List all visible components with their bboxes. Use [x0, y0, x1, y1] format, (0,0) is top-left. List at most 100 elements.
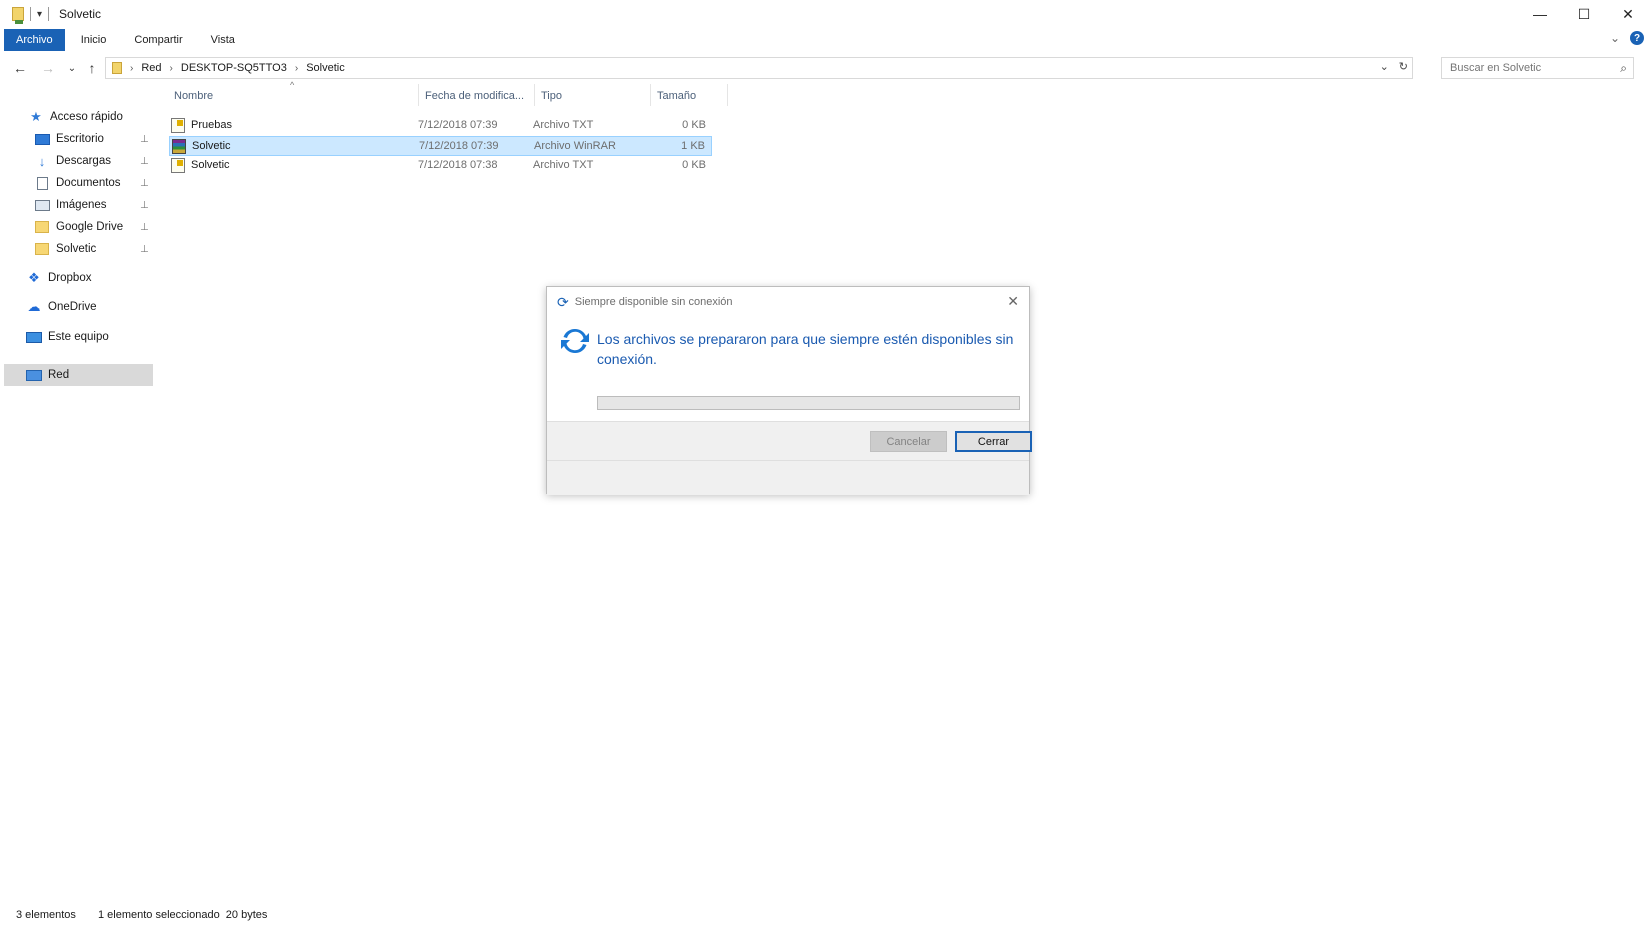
- address-bar[interactable]: › Red › DESKTOP-SQ5TTO3 › Solvetic ⌄ ↻: [105, 57, 1413, 79]
- sidebar-item-label: OneDrive: [48, 301, 97, 313]
- file-size: 0 KB: [682, 159, 706, 171]
- file-date: 7/12/2018 07:39: [419, 140, 499, 152]
- breadcrumb-separator: ›: [294, 62, 299, 74]
- column-header-fecha[interactable]: Fecha de modifica...: [425, 86, 533, 106]
- cancel-button[interactable]: Cancelar: [870, 431, 947, 452]
- breadcrumb-red[interactable]: Red: [141, 62, 161, 74]
- desktop-icon: [34, 133, 50, 145]
- file-type: Archivo TXT: [533, 119, 594, 131]
- column-header-tipo[interactable]: Tipo: [541, 86, 641, 106]
- file-name: Solvetic: [192, 140, 231, 152]
- sidebar-item-red[interactable]: Red: [4, 364, 153, 386]
- sidebar-item-acceso-rapido[interactable]: ★ Acceso rápido: [28, 106, 123, 128]
- customize-toolbar-icon[interactable]: ▾: [37, 9, 42, 20]
- sidebar-item-documentos[interactable]: Documentos ⊥: [34, 172, 160, 194]
- up-button[interactable]: ↑: [82, 58, 102, 78]
- dropbox-icon: ❖: [28, 270, 40, 285]
- column-header-tamano[interactable]: Tamaño: [657, 86, 717, 106]
- offline-availability-dialog: ⟳ Siempre disponible sin conexión ✕ Los …: [546, 286, 1032, 495]
- cloud-icon: ☁: [27, 299, 41, 314]
- address-actions: ⌄ ↻: [1380, 60, 1408, 73]
- file-date: 7/12/2018 07:38: [418, 159, 498, 171]
- sidebar-item-label: Red: [48, 369, 70, 381]
- recent-locations-button[interactable]: ⌄: [62, 58, 82, 78]
- sidebar-item-label: Dropbox: [48, 272, 92, 284]
- dialog-message: Los archivos se prepararon para que siem…: [597, 331, 1014, 367]
- sidebar-item-dropbox[interactable]: ❖ Dropbox: [26, 267, 91, 289]
- item-count: 3 elementos: [16, 909, 76, 921]
- close-icon[interactable]: ✕: [1007, 293, 1019, 310]
- file-name: Solvetic: [191, 159, 230, 171]
- column-divider[interactable]: [650, 84, 651, 106]
- navigation-pane: ★ Acceso rápido Escritorio ⊥ ↓ Descargas…: [0, 96, 160, 896]
- star-icon: ★: [30, 109, 42, 124]
- computer-icon: [26, 331, 42, 343]
- expand-ribbon-icon[interactable]: ⌄: [1610, 31, 1620, 45]
- sidebar-item-label: Imágenes: [56, 199, 107, 211]
- help-icon[interactable]: ?: [1630, 31, 1644, 45]
- sidebar-item-label: Solvetic: [56, 243, 97, 255]
- file-row[interactable]: Solvetic 7/12/2018 07:39 Archivo WinRAR …: [169, 136, 712, 156]
- pin-icon[interactable]: ⊥: [140, 156, 149, 167]
- sidebar-item-este-equipo[interactable]: Este equipo: [26, 326, 109, 348]
- pin-icon[interactable]: ⊥: [140, 134, 149, 145]
- column-divider[interactable]: [534, 84, 535, 106]
- pin-icon[interactable]: ⊥: [140, 244, 149, 255]
- selection-info: 1 elemento seleccionado 20 bytes: [98, 909, 268, 921]
- sidebar-item-escritorio[interactable]: Escritorio ⊥: [34, 128, 160, 150]
- file-row[interactable]: Solvetic 7/12/2018 07:38 Archivo TXT 0 K…: [169, 156, 712, 176]
- back-button[interactable]: ←: [10, 58, 30, 78]
- search-input[interactable]: [1442, 62, 1602, 74]
- tab-inicio[interactable]: Inicio: [69, 29, 119, 51]
- sidebar-item-descargas[interactable]: ↓ Descargas ⊥: [34, 150, 160, 172]
- refresh-icon[interactable]: ↻: [1399, 60, 1408, 73]
- sidebar-item-solvetic[interactable]: Solvetic ⊥: [34, 238, 160, 260]
- dialog-title-bar: ⟳ Siempre disponible sin conexión ✕: [547, 287, 1029, 317]
- folder-icon[interactable]: [12, 7, 24, 24]
- tab-vista[interactable]: Vista: [199, 29, 247, 51]
- close-button[interactable]: Cerrar: [955, 431, 1032, 452]
- column-divider[interactable]: [418, 84, 419, 106]
- minimize-button[interactable]: —: [1518, 0, 1562, 28]
- column-divider[interactable]: [727, 84, 728, 106]
- dialog-title: Siempre disponible sin conexión: [574, 296, 733, 308]
- sync-large-icon: [561, 328, 589, 354]
- search-icon[interactable]: ⌕: [1620, 61, 1627, 76]
- search-box[interactable]: ⌕: [1441, 57, 1634, 79]
- sidebar-item-imagenes[interactable]: Imágenes ⊥: [34, 194, 160, 216]
- column-header-nombre[interactable]: Nombre: [174, 86, 414, 106]
- pin-icon[interactable]: ⊥: [140, 222, 149, 233]
- window-controls: — ☐ ✕: [1518, 0, 1650, 28]
- breadcrumb-solvetic[interactable]: Solvetic: [306, 62, 345, 74]
- title-bar: ▾ Solvetic — ☐ ✕: [0, 0, 1650, 28]
- maximize-button[interactable]: ☐: [1562, 0, 1606, 28]
- sidebar-item-onedrive[interactable]: ☁ OneDrive: [26, 296, 97, 318]
- download-icon: ↓: [38, 153, 46, 169]
- file-size: 1 KB: [681, 140, 705, 152]
- pictures-icon: [34, 199, 50, 211]
- file-row[interactable]: Pruebas 7/12/2018 07:39 Archivo TXT 0 KB: [169, 116, 712, 136]
- close-window-button[interactable]: ✕: [1606, 0, 1650, 28]
- footer-divider: [547, 460, 1029, 461]
- ribbon-tabs: Archivo Inicio Compartir Vista ⌄ ?: [0, 28, 1650, 52]
- file-type: Archivo WinRAR: [534, 140, 616, 152]
- sidebar-item-label: Descargas: [56, 155, 111, 167]
- pin-icon[interactable]: ⊥: [140, 200, 149, 211]
- location-folder-icon: [112, 62, 122, 74]
- status-bar: 3 elementos 1 elemento seleccionado 20 b…: [0, 905, 1650, 927]
- breadcrumb-separator: ›: [169, 62, 173, 74]
- sidebar-item-label: Documentos: [56, 177, 121, 189]
- address-history-icon[interactable]: ⌄: [1380, 60, 1389, 73]
- tab-compartir[interactable]: Compartir: [122, 29, 194, 51]
- forward-button[interactable]: →: [38, 58, 58, 78]
- tab-archivo[interactable]: Archivo: [4, 29, 65, 51]
- navigation-bar: ← → ⌄ ↑ › Red › DESKTOP-SQ5TTO3 › Solvet…: [0, 56, 1650, 80]
- window-title: Solvetic: [59, 7, 102, 21]
- sidebar-item-google-drive[interactable]: Google Drive ⊥: [34, 216, 160, 238]
- sidebar-item-label: Google Drive: [56, 221, 124, 233]
- sidebar-item-label: Acceso rápido: [50, 111, 123, 123]
- sidebar-item-label: Escritorio: [56, 133, 104, 145]
- pin-icon[interactable]: ⊥: [140, 178, 149, 189]
- breadcrumb-desktop[interactable]: DESKTOP-SQ5TTO3: [181, 62, 287, 74]
- separator: [48, 7, 50, 21]
